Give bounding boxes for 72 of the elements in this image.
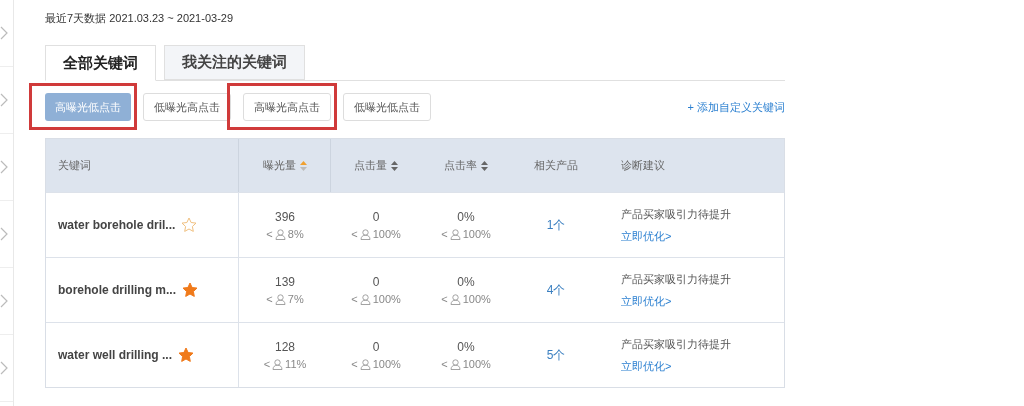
rank-percent: 7% — [287, 291, 304, 307]
less-than-sign: < — [441, 226, 448, 242]
advice-text: 产品买家吸引力待提升 — [621, 206, 732, 222]
metric-value: 139 — [275, 273, 295, 291]
person-icon — [359, 358, 371, 370]
filter-button[interactable]: 高曝光高点击 — [243, 93, 331, 121]
filter-button[interactable]: 低曝光高点击 — [143, 93, 231, 121]
column-header: 点击量 — [354, 158, 387, 174]
rank-percent: 100% — [372, 291, 401, 307]
less-than-sign: < — [351, 356, 358, 372]
advice-text: 产品买家吸引力待提升 — [621, 336, 732, 352]
keyword-text: water well drilling ... — [58, 347, 173, 364]
metric-value: 0% — [457, 273, 475, 291]
rank-percent: 100% — [462, 291, 491, 307]
rank-percent: 11% — [285, 356, 307, 372]
person-icon — [449, 228, 461, 240]
metric-value: 0% — [457, 208, 475, 226]
star-icon[interactable] — [178, 347, 195, 363]
keyword-text: water borehole dril... — [58, 217, 176, 234]
metric-value: 0 — [372, 273, 380, 291]
rank-percent: 100% — [372, 226, 401, 242]
optimize-link[interactable]: 立即优化> — [621, 293, 672, 310]
chevron-right-icon[interactable] — [0, 227, 8, 241]
person-icon — [449, 358, 461, 370]
column-header: 关键词 — [58, 158, 91, 174]
person-icon — [274, 293, 286, 305]
rank-percent: 100% — [462, 356, 491, 372]
tab[interactable]: 我关注的关键词 — [164, 45, 305, 80]
rank-percent: 100% — [462, 226, 491, 242]
person-icon — [359, 228, 371, 240]
person-icon — [449, 293, 461, 305]
column-header: 点击率 — [444, 158, 477, 174]
column-header: 相关产品 — [534, 158, 578, 174]
person-icon — [274, 228, 286, 240]
sort-icon[interactable] — [481, 160, 488, 171]
star-icon[interactable] — [181, 217, 198, 233]
metric-value: 396 — [275, 208, 295, 226]
product-count-link[interactable]: 4个 — [546, 281, 566, 299]
tab[interactable]: 全部关键词 — [45, 45, 156, 81]
chevron-right-icon[interactable] — [0, 93, 8, 107]
product-count-link[interactable]: 1个 — [546, 216, 566, 234]
rank-percent: 8% — [287, 226, 304, 242]
star-icon[interactable] — [182, 282, 198, 298]
person-icon — [359, 293, 371, 305]
filter-button[interactable]: 低曝光低点击 — [343, 93, 431, 121]
optimize-link[interactable]: 立即优化> — [621, 228, 672, 245]
sort-icon[interactable] — [391, 160, 398, 171]
less-than-sign: < — [441, 356, 448, 372]
person-icon — [272, 358, 284, 370]
metric-value: 128 — [274, 338, 295, 356]
keyword-text: borehole drilling m... — [58, 282, 176, 299]
optimize-link[interactable]: 立即优化> — [621, 358, 672, 375]
less-than-sign: < — [351, 291, 358, 307]
less-than-sign: < — [266, 226, 273, 242]
chevron-right-icon[interactable] — [0, 361, 8, 375]
less-than-sign: < — [441, 291, 448, 307]
rank-percent: 100% — [372, 356, 401, 372]
chevron-right-icon[interactable] — [0, 294, 8, 308]
product-count-link[interactable]: 5个 — [546, 346, 566, 364]
column-header: 诊断建议 — [621, 158, 665, 174]
less-than-sign: < — [266, 291, 273, 307]
metric-value: 0 — [372, 208, 380, 226]
date-range: 最近7天数据 2021.03.23 ~ 2021-03-29 — [45, 11, 235, 26]
add-keyword-link[interactable]: + 添加自定义关键词 — [687, 98, 785, 116]
chevron-right-icon[interactable] — [0, 26, 8, 40]
metric-value: 0 — [372, 338, 380, 356]
advice-text: 产品买家吸引力待提升 — [621, 271, 732, 287]
column-header: 曝光量 — [262, 158, 296, 174]
less-than-sign: < — [263, 356, 271, 372]
metric-value: 0% — [457, 338, 475, 356]
less-than-sign: < — [351, 226, 358, 242]
chevron-right-icon[interactable] — [0, 160, 8, 174]
